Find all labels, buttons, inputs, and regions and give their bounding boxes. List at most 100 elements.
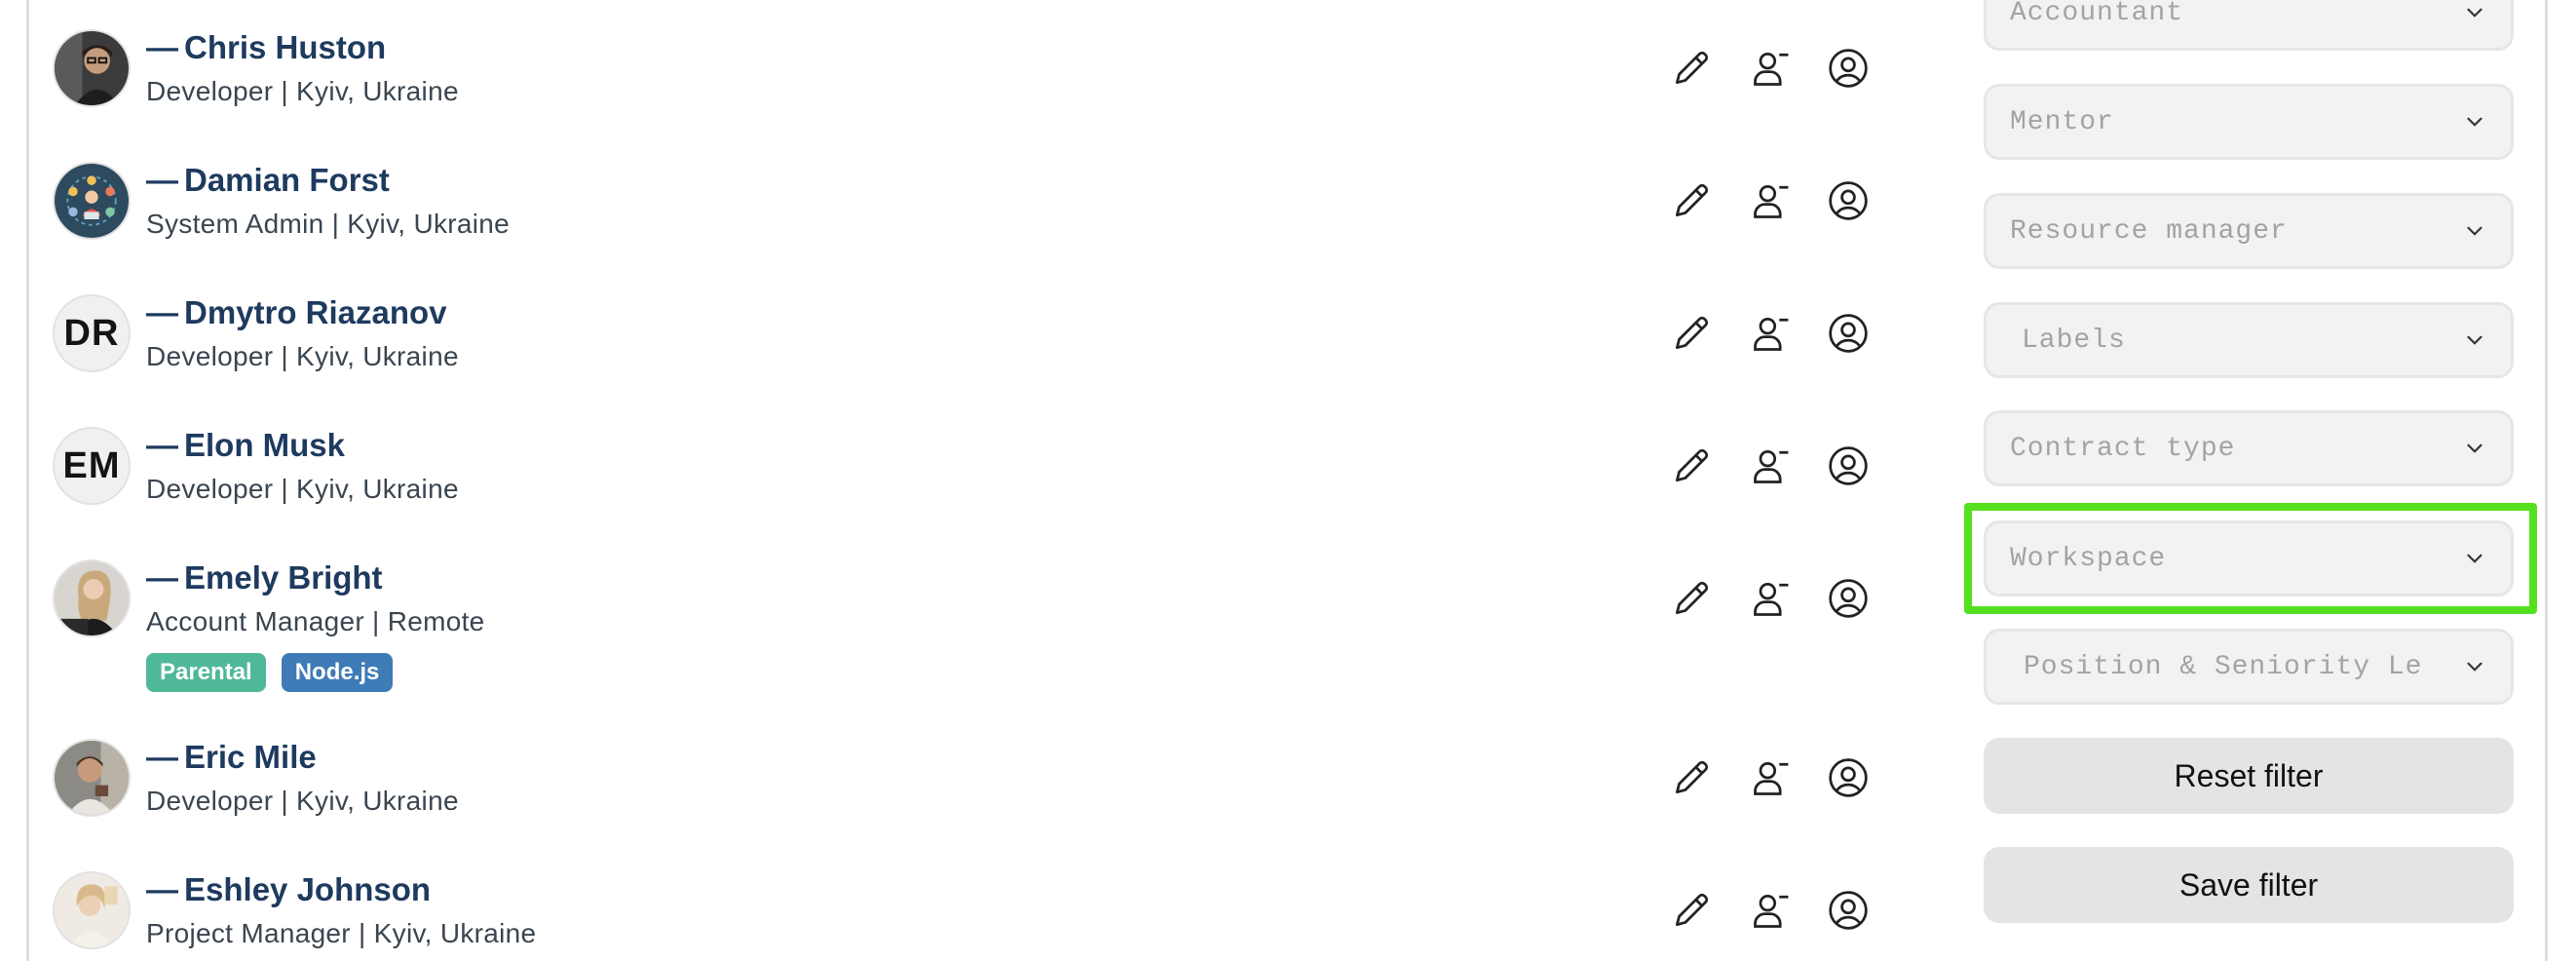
select-placeholder: Contract type xyxy=(2010,433,2236,464)
profile-button[interactable] xyxy=(1823,573,1874,624)
user-circle-icon xyxy=(1829,579,1868,618)
avatar: DR xyxy=(53,294,131,372)
row-actions xyxy=(1666,752,1919,811)
user-minus-icon xyxy=(1754,582,1789,616)
person-meta: Developer | Kyiv, Ukraine xyxy=(146,786,459,816)
edit-button[interactable] xyxy=(1666,43,1717,94)
profile-button[interactable] xyxy=(1823,175,1874,226)
person-name[interactable]: — Elon Musk xyxy=(146,427,345,464)
person-tags: Parental Node.js xyxy=(146,653,394,692)
user-minus-icon xyxy=(1754,184,1789,218)
name-dash: — xyxy=(146,739,178,775)
person-meta: Developer | Kyiv, Ukraine xyxy=(146,474,459,504)
avatar-initials: EM xyxy=(62,444,121,486)
person-name[interactable]: — Chris Huston xyxy=(146,29,386,66)
user-circle-icon xyxy=(1829,758,1868,797)
person-name[interactable]: — Dmytro Riazanov xyxy=(146,294,447,331)
reset-filter-button[interactable]: Reset filter xyxy=(1984,738,2514,814)
user-minus-icon xyxy=(1754,317,1789,351)
pencil-icon xyxy=(1675,448,1709,482)
person-meta: Account Manager | Remote xyxy=(146,606,485,636)
workspace-highlight xyxy=(1964,503,2537,614)
profile-button[interactable] xyxy=(1823,441,1874,491)
user-minus-icon xyxy=(1754,52,1789,86)
user-circle-icon xyxy=(1829,314,1868,353)
edit-button[interactable] xyxy=(1666,752,1717,803)
name-dash: — xyxy=(146,294,178,330)
labels-select[interactable]: Labels xyxy=(1984,302,2514,378)
chevron-down-icon xyxy=(2462,0,2487,25)
chevron-down-icon xyxy=(2462,327,2487,353)
name-dash: — xyxy=(146,559,178,596)
contract-type-select[interactable]: Contract type xyxy=(1984,410,2514,486)
name-text: Chris Huston xyxy=(184,29,387,65)
profile-button[interactable] xyxy=(1823,885,1874,936)
select-placeholder: Labels xyxy=(2022,325,2126,356)
content-right-border xyxy=(2545,0,2548,961)
accountant-select[interactable]: Accountant xyxy=(1984,0,2514,51)
pencil-icon xyxy=(1675,316,1709,350)
user-minus-icon xyxy=(1754,894,1789,928)
person-name[interactable]: — Eshley Johnson xyxy=(146,871,431,908)
pencil-icon xyxy=(1675,893,1709,927)
pencil-icon xyxy=(1675,51,1709,85)
remove-user-button[interactable] xyxy=(1746,43,1797,94)
people-list: — Chris Huston Developer | Kyiv, Ukraine … xyxy=(29,0,1939,961)
save-filter-button[interactable]: Save filter xyxy=(1984,847,2514,923)
resource-manager-select[interactable]: Resource manager xyxy=(1984,193,2514,269)
row-actions xyxy=(1666,441,1919,499)
avatar xyxy=(53,29,131,107)
name-text: Dmytro Riazanov xyxy=(184,294,447,330)
select-placeholder: Accountant xyxy=(2010,0,2184,28)
profile-button[interactable] xyxy=(1823,308,1874,359)
person-name[interactable]: — Eric Mile xyxy=(146,739,317,776)
name-text: Eric Mile xyxy=(184,739,317,775)
name-text: Eshley Johnson xyxy=(184,871,432,907)
pencil-icon xyxy=(1675,581,1709,615)
name-text: Emely Bright xyxy=(184,559,383,596)
row-actions xyxy=(1666,573,1919,632)
edit-button[interactable] xyxy=(1666,175,1717,226)
tag-badge: Parental xyxy=(146,653,266,692)
edit-button[interactable] xyxy=(1666,308,1717,359)
row-actions xyxy=(1666,885,1919,943)
select-placeholder: Position & Seniority Lev xyxy=(2024,651,2423,682)
name-dash: — xyxy=(146,29,178,65)
name-text: Damian Forst xyxy=(184,162,390,198)
pencil-icon xyxy=(1675,183,1709,217)
chevron-down-icon xyxy=(2462,654,2487,679)
row-actions xyxy=(1666,175,1919,234)
select-placeholder: Mentor xyxy=(2010,106,2114,137)
avatar xyxy=(53,739,131,817)
person-meta: System Admin | Kyiv, Ukraine xyxy=(146,209,511,239)
profile-button[interactable] xyxy=(1823,43,1874,94)
name-text: Elon Musk xyxy=(184,427,346,463)
remove-user-button[interactable] xyxy=(1746,752,1797,803)
user-circle-icon xyxy=(1829,181,1868,220)
person-name[interactable]: — Damian Forst xyxy=(146,162,390,199)
avatar xyxy=(53,559,131,637)
avatar xyxy=(53,871,131,949)
person-meta: Project Manager | Kyiv, Ukraine xyxy=(146,918,537,948)
edit-button[interactable] xyxy=(1666,885,1717,936)
person-meta: Developer | Kyiv, Ukraine xyxy=(146,76,459,106)
edit-button[interactable] xyxy=(1666,573,1717,624)
name-dash: — xyxy=(146,427,178,463)
profile-button[interactable] xyxy=(1823,752,1874,803)
edit-button[interactable] xyxy=(1666,441,1717,491)
chevron-down-icon xyxy=(2462,218,2487,244)
user-circle-icon xyxy=(1829,49,1868,88)
remove-user-button[interactable] xyxy=(1746,573,1797,624)
person-name[interactable]: — Emely Bright xyxy=(146,559,383,596)
user-minus-icon xyxy=(1754,449,1789,483)
remove-user-button[interactable] xyxy=(1746,308,1797,359)
remove-user-button[interactable] xyxy=(1746,441,1797,491)
remove-user-button[interactable] xyxy=(1746,175,1797,226)
user-minus-icon xyxy=(1754,761,1789,795)
select-placeholder: Resource manager xyxy=(2010,215,2288,247)
mentor-select[interactable]: Mentor xyxy=(1984,84,2514,160)
filter-panel: Accountant Mentor Resource manager Label… xyxy=(1984,0,2514,961)
position-seniority-select[interactable]: Position & Seniority Lev xyxy=(1984,629,2514,705)
remove-user-button[interactable] xyxy=(1746,885,1797,936)
avatar-initials: DR xyxy=(63,312,120,354)
